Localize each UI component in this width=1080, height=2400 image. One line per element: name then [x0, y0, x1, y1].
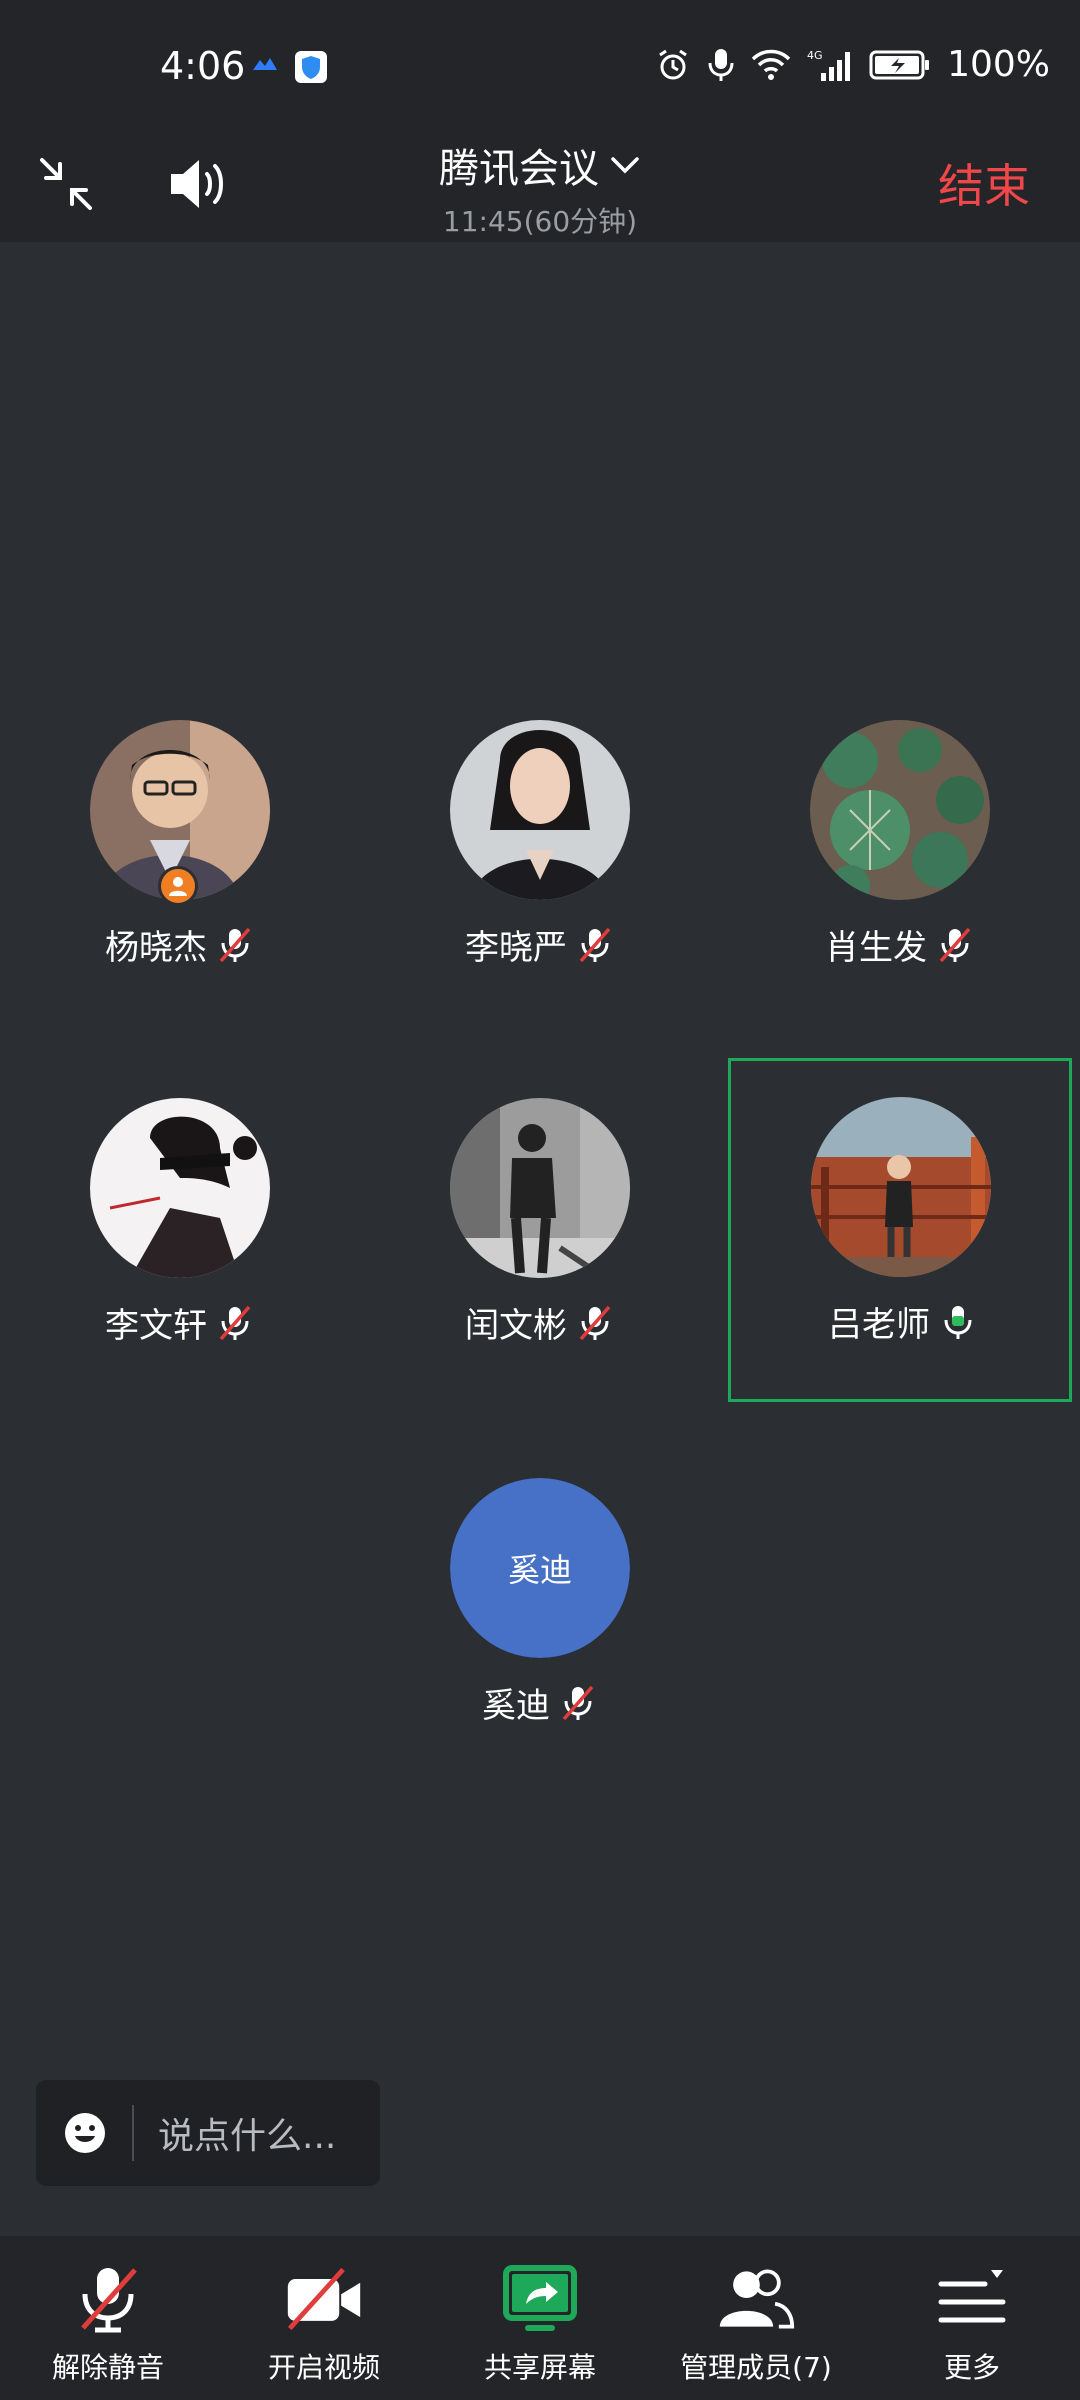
participant-name-row: 杨晓杰	[0, 920, 360, 969]
unmute-button[interactable]: 解除静音	[0, 2236, 216, 2400]
meeting-title[interactable]: 腾讯会议	[439, 136, 641, 194]
cellular-signal-icon: 4G	[807, 49, 851, 81]
meeting-toolbar: 解除静音 开启视频 共享屏幕 管理成员(7) 更多	[0, 2236, 1080, 2400]
network-type: 4G	[807, 49, 823, 62]
participant-tile[interactable]: 肖生发	[720, 690, 1080, 1030]
participant-name-row: 闰文彬	[360, 1298, 720, 1347]
meeting-header: 腾讯会议 11:45(60分钟) 结束	[0, 136, 1080, 242]
status-bar: 4:06 4G 100%	[0, 0, 1080, 136]
start-video-button[interactable]: 开启视频	[216, 2236, 432, 2400]
avatar: 奚迪	[450, 1478, 630, 1658]
participant-tile[interactable]: 奚迪 奚迪	[360, 1448, 720, 1788]
app-notification-icon	[253, 58, 277, 70]
share-screen-icon	[503, 2265, 577, 2331]
shield-icon	[295, 51, 327, 83]
participant-name-row: 李晓严	[360, 920, 720, 969]
chat-input[interactable]: 说点什么...	[36, 2080, 380, 2186]
more-label: 更多	[943, 2351, 1000, 2384]
avatar	[450, 720, 630, 900]
avatar	[450, 1098, 630, 1278]
participant-name: 李晓严	[465, 928, 567, 968]
mic-muted-icon	[219, 927, 251, 962]
participant-name-row: 肖生发	[720, 920, 1080, 969]
chevron-down-icon	[611, 157, 639, 174]
meeting-title-area: 腾讯会议 11:45(60分钟)	[0, 136, 1080, 240]
mic-muted-icon	[579, 927, 611, 962]
participant-name-row: 奚迪	[360, 1678, 720, 1727]
participant-name: 杨晓杰	[105, 928, 207, 968]
meeting-time: 11:45(60分钟)	[442, 205, 638, 238]
participant-name: 李文轩	[105, 1306, 207, 1346]
chat-placeholder: 说点什么...	[158, 2116, 337, 2157]
alarm-icon	[659, 49, 687, 79]
manage-members-label: 管理成员(7)	[680, 2351, 832, 2384]
more-menu-icon	[938, 2270, 1006, 2323]
share-screen-label: 共享屏幕	[483, 2351, 596, 2384]
mic-muted-icon	[562, 1685, 594, 1720]
participant-name: 吕老师	[828, 1305, 930, 1345]
meeting-title-text: 腾讯会议	[439, 146, 599, 192]
status-system-icons: 4G 100%	[655, 44, 1050, 85]
mic-muted-icon	[939, 927, 971, 962]
battery-percent: 100%	[947, 44, 1050, 85]
unmute-label: 解除静音	[51, 2351, 164, 2384]
share-screen-button[interactable]: 共享屏幕	[432, 2236, 648, 2400]
avatar	[810, 720, 990, 900]
mic-status-icon	[708, 48, 734, 81]
participant-tile[interactable]: 杨晓杰	[0, 690, 360, 1030]
mic-active-icon	[944, 1305, 972, 1339]
participant-tile-active-speaker[interactable]: 吕老师	[728, 1058, 1072, 1402]
emoji-icon[interactable]	[62, 2110, 108, 2156]
status-time: 4:06	[160, 44, 246, 88]
manage-members-button[interactable]: 管理成员(7)	[648, 2236, 864, 2400]
participant-name-row: 李文轩	[0, 1298, 360, 1347]
avatar	[90, 1098, 270, 1278]
participant-tile[interactable]: 闰文彬	[360, 1068, 720, 1408]
participant-tile[interactable]: 李晓严	[360, 690, 720, 1030]
mic-muted-icon	[219, 1305, 251, 1340]
participant-name: 奚迪	[482, 1686, 550, 1726]
status-notification-icons	[250, 50, 328, 84]
end-meeting-button[interactable]: 结束	[938, 150, 1030, 216]
avatar	[811, 1097, 991, 1277]
more-button[interactable]: 更多	[864, 2236, 1080, 2400]
participant-name: 肖生发	[825, 928, 927, 968]
participant-tile[interactable]: 李文轩	[0, 1068, 360, 1408]
participant-name-row: 吕老师	[731, 1297, 1075, 1346]
host-badge-icon	[158, 866, 198, 906]
start-video-label: 开启视频	[267, 2351, 380, 2384]
video-off-icon	[287, 2267, 361, 2331]
chat-divider	[132, 2105, 134, 2161]
avatar-initials: 奚迪	[450, 1478, 630, 1658]
mic-muted-icon	[81, 2268, 137, 2333]
battery-icon	[869, 50, 930, 79]
wifi-icon	[751, 49, 791, 80]
participant-name: 闰文彬	[465, 1306, 567, 1346]
mic-muted-icon	[579, 1305, 611, 1340]
members-icon	[719, 2269, 795, 2329]
